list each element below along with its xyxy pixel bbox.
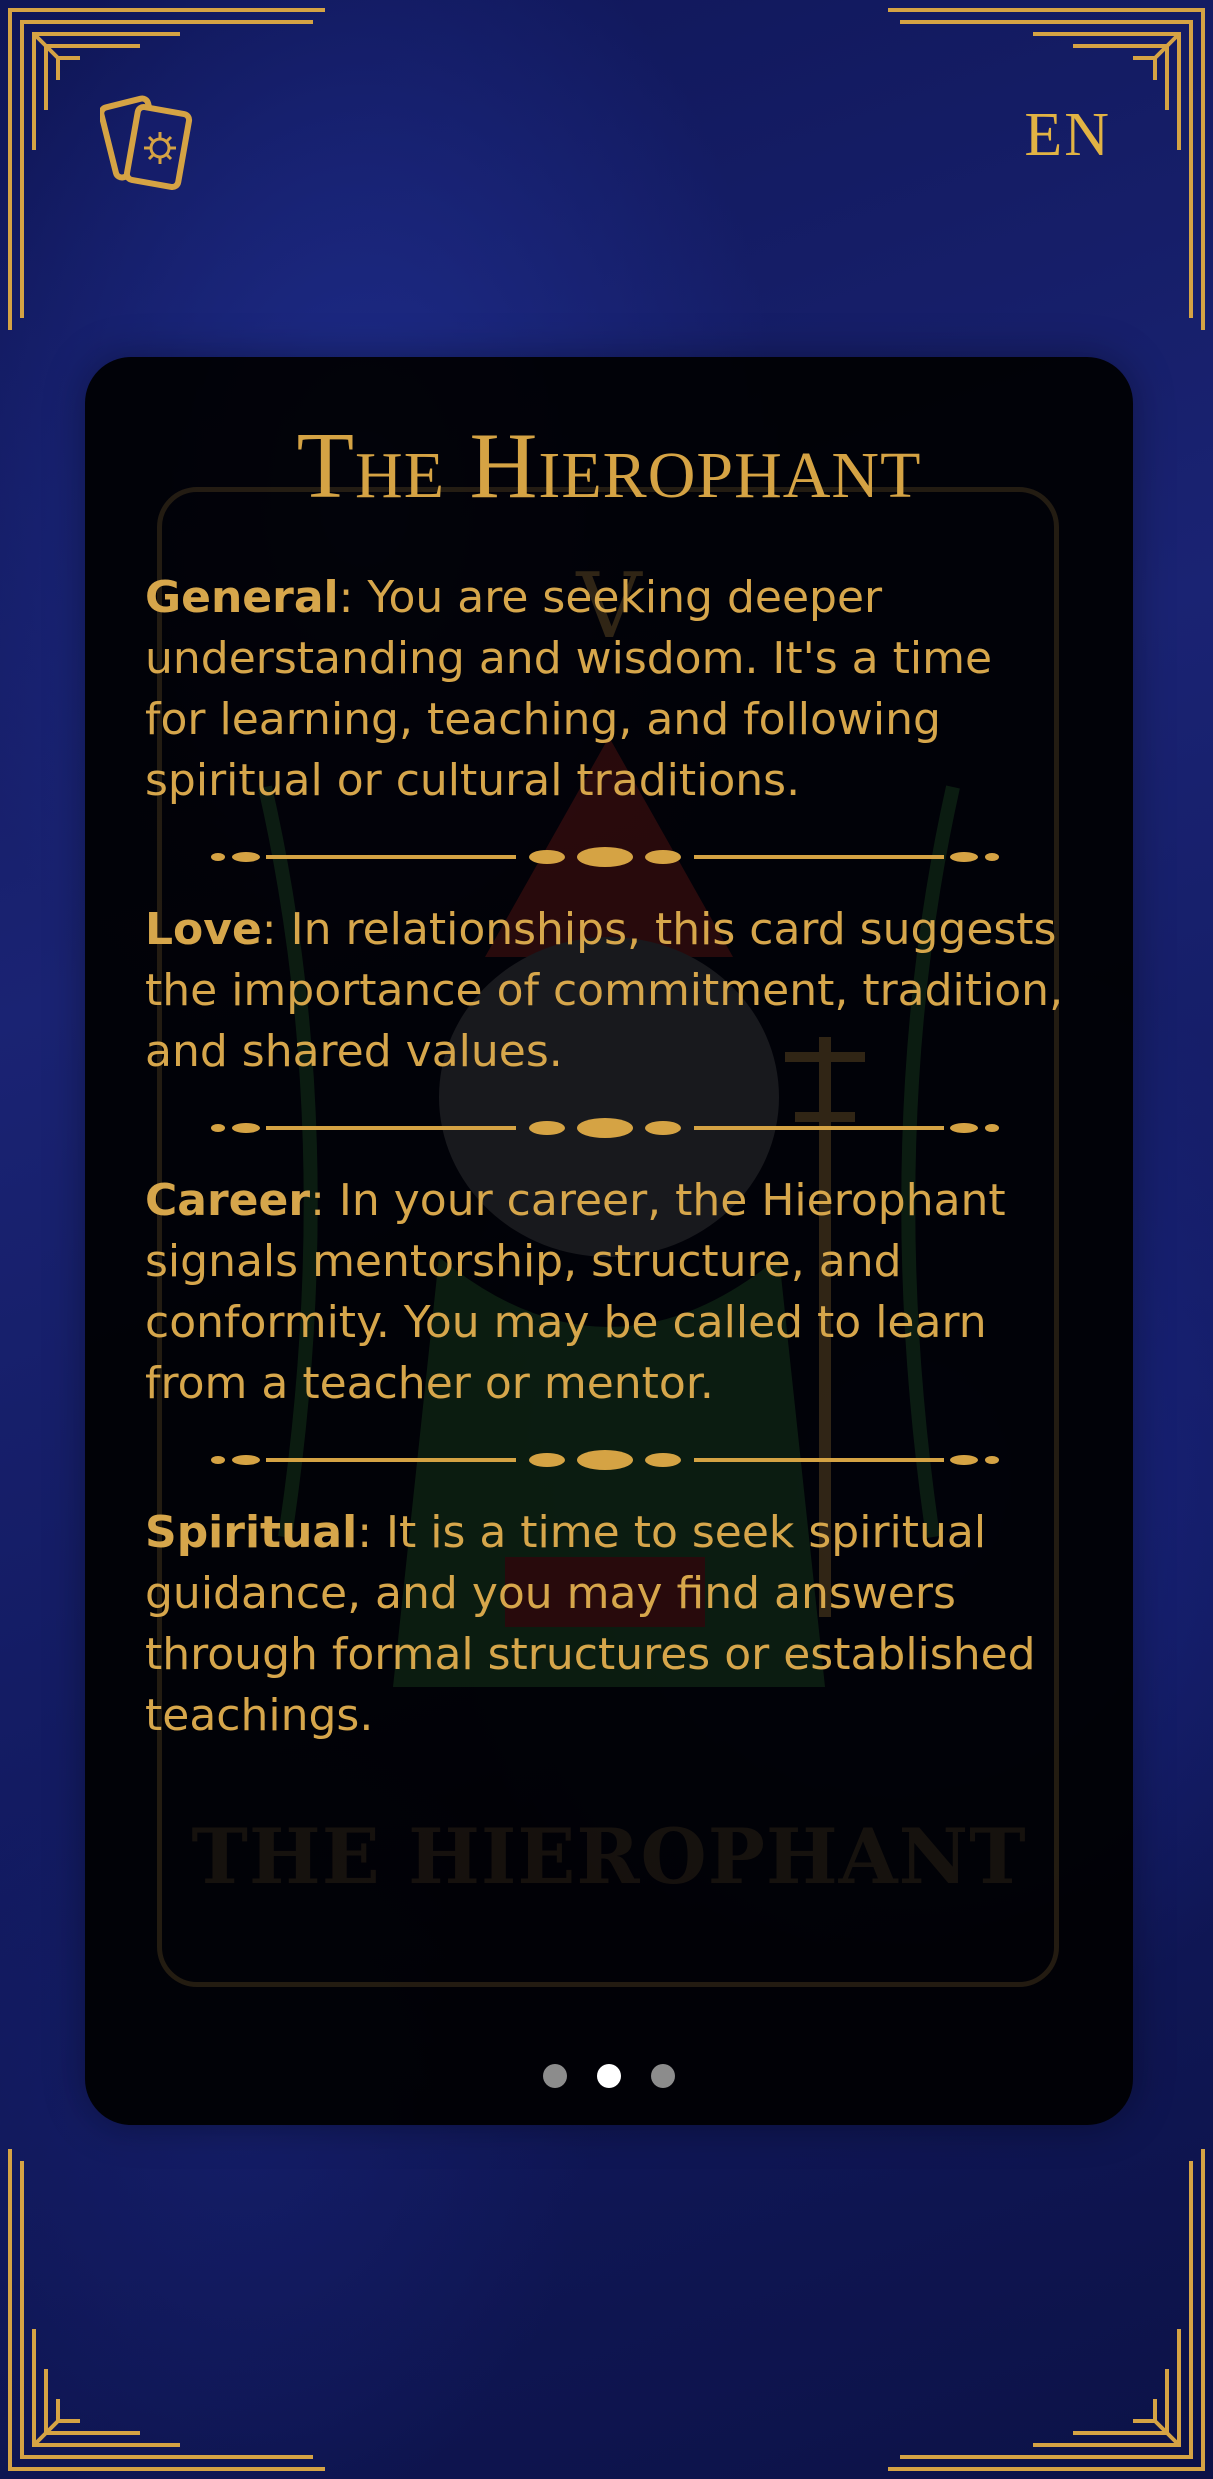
card-title: The Hierophant [296,414,922,518]
page-dot-1[interactable] [543,2064,567,2088]
section-spiritual: Spiritual: It is a time to seek spiritua… [145,1502,1065,1746]
card-detail-panel: V THE HIEROPHANT The Hierophant General:… [85,357,1133,2125]
section-text: : In relationships, this card suggests t… [145,904,1064,1077]
section-label: General [145,572,339,623]
corner-ornament-bottom-left [0,2139,340,2479]
section-love: Love: In relationships, this card sugges… [145,899,1065,1082]
card-footer-name: THE HIEROPHANT [191,1812,1027,1901]
page-dot-3[interactable] [651,2064,675,2088]
reading-content: General: You are seeking deeper understa… [145,567,1065,1746]
section-label: Love [145,904,262,955]
ornamental-divider [145,1450,1065,1470]
page-dot-2[interactable] [597,2064,621,2088]
section-career: Career: In your career, the Hierophant s… [145,1170,1065,1414]
section-label: Career [145,1175,311,1226]
ornamental-divider [145,1118,1065,1138]
ornamental-divider [145,847,1065,867]
tarot-cards-icon[interactable] [98,92,196,192]
pagination-dots [85,2064,1133,2088]
section-label: Spiritual [145,1507,358,1558]
corner-ornament-bottom-right [873,2139,1213,2479]
language-toggle[interactable]: EN [1024,100,1111,171]
section-general: General: You are seeking deeper understa… [145,567,1065,811]
